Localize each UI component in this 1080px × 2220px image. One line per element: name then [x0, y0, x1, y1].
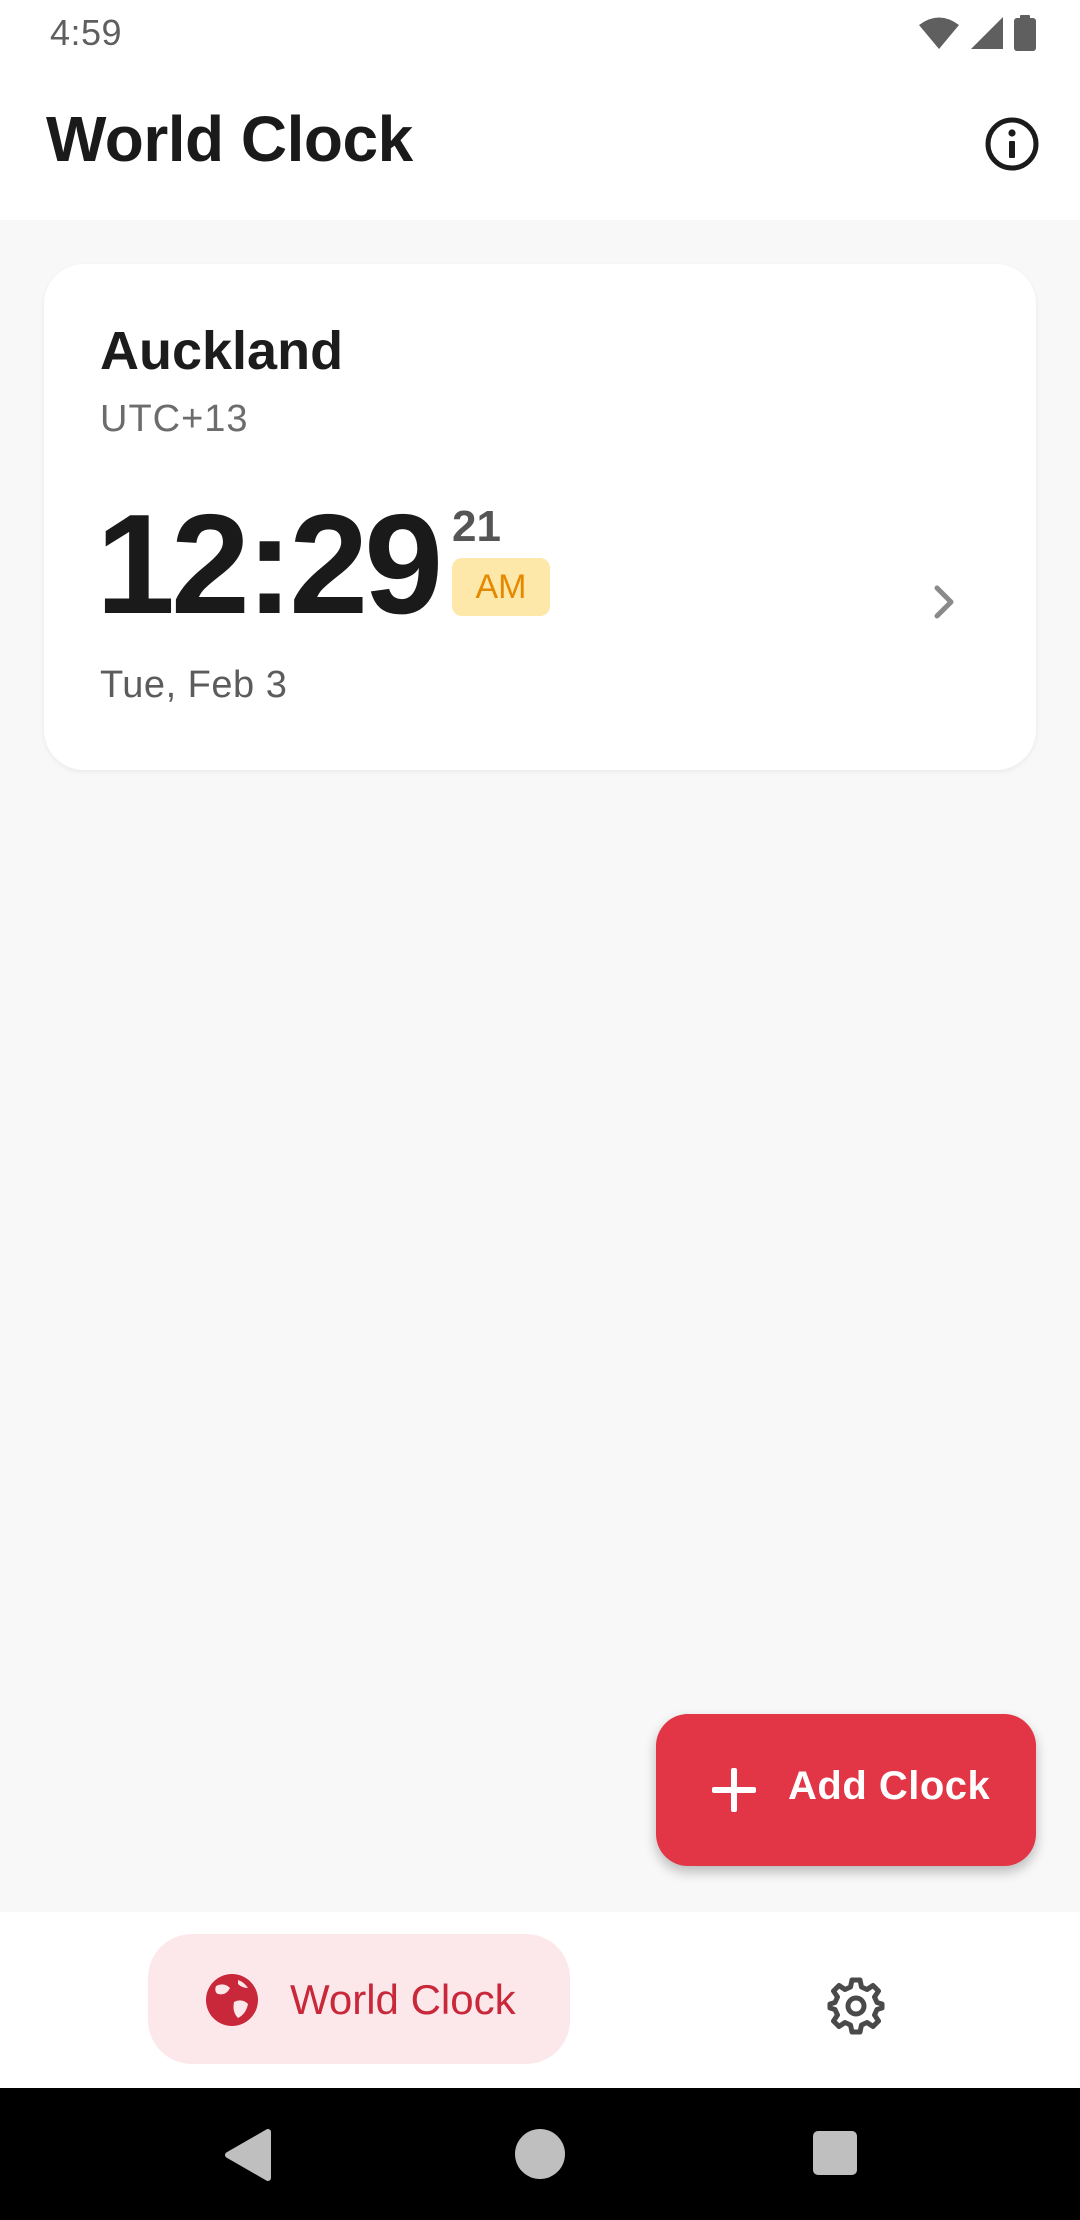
wifi-icon [918, 16, 960, 50]
clock-time: 12:29 [96, 485, 443, 644]
clock-card-auckland[interactable]: Auckland UTC+13 12:29 21 AM Tue, Feb 3 [44, 264, 1036, 770]
world-clock-screen: 4:59 World Clock Auckland UTC+13 12:29 2… [0, 0, 1080, 2220]
system-navigation-bar [0, 2088, 1080, 2220]
info-icon [984, 116, 1040, 177]
back-icon[interactable] [222, 2128, 272, 2182]
city-name: Auckland [100, 321, 344, 381]
nav-item-settings[interactable] [816, 1968, 896, 2048]
nav-item-world-clock[interactable]: World Clock [148, 1934, 570, 2064]
home-icon[interactable] [514, 2128, 566, 2180]
recents-icon[interactable] [812, 2130, 858, 2176]
plus-icon [708, 1764, 760, 1816]
ampm-badge: AM [452, 558, 550, 616]
battery-icon [1014, 15, 1036, 51]
utc-offset: UTC+13 [100, 398, 249, 440]
page-title: World Clock [46, 103, 413, 175]
bottom-navigation: World Clock [0, 1912, 1080, 2088]
cellular-signal-icon [970, 16, 1004, 50]
clock-seconds: 21 [452, 502, 501, 551]
add-clock-label: Add Clock [788, 1764, 991, 1808]
status-time: 4:59 [50, 12, 123, 53]
info-button[interactable] [978, 112, 1046, 180]
chevron-right-icon [926, 580, 962, 624]
add-clock-button[interactable]: Add Clock [656, 1714, 1036, 1866]
clock-date: Tue, Feb 3 [100, 664, 288, 706]
status-icons [918, 14, 1036, 52]
status-bar: 4:59 [0, 0, 1080, 66]
globe-icon [204, 1972, 260, 2028]
nav-world-clock-label: World Clock [290, 1976, 516, 2023]
gear-icon [826, 1976, 886, 2041]
app-bar: World Clock [0, 66, 1080, 220]
